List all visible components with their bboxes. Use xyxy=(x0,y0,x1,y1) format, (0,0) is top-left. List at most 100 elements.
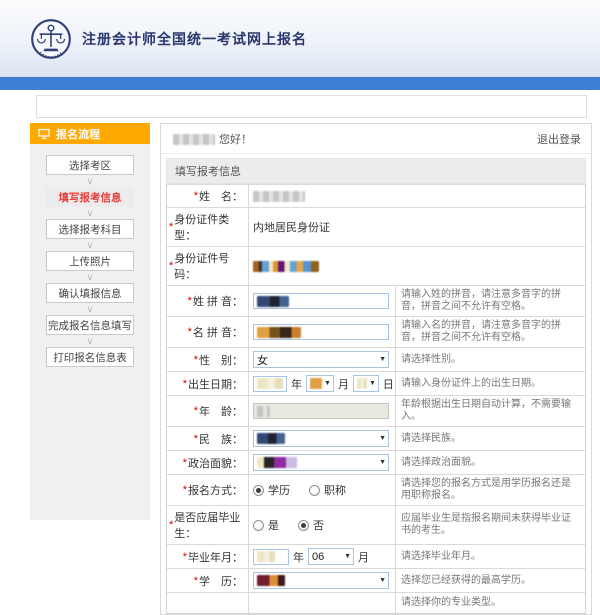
fresh-graduate-radio-否[interactable]: 否 xyxy=(298,517,324,533)
required-asterisk: * xyxy=(194,405,198,417)
greeting-text: 您好！ xyxy=(219,131,252,147)
ethnicity-select[interactable]: ▼ xyxy=(253,430,389,447)
graduation-date-input[interactable] xyxy=(253,549,289,565)
required-asterisk: * xyxy=(194,354,198,366)
field-hint: 请选择您的报名方式是用学历报名还是用职称报名。 xyxy=(395,475,585,505)
select-value xyxy=(257,457,297,468)
field-hint: 选择您已经获得的最高学历。 xyxy=(395,569,585,592)
monitor-icon xyxy=(38,128,50,140)
field-label-text: 政治面貌： xyxy=(188,455,243,471)
form-row-registration-method: *报名方式：学历职称请选择您的报名方式是用学历报名还是用职称报名。 xyxy=(167,474,585,505)
field-label-text: 姓 名： xyxy=(199,188,243,204)
sidebar-step-select-exam-subjects[interactable]: 选择报考科目 xyxy=(46,219,134,239)
select-value: 06 xyxy=(312,551,324,563)
redacted-text xyxy=(257,378,283,389)
field-control xyxy=(248,317,395,347)
sidebar-step-select-exam-area[interactable]: 选择考区 xyxy=(46,155,134,175)
form-row-ethnicity: *民 族：▼请选择民族。 xyxy=(167,426,585,450)
form-row-given-name-pinyin: *名 拼 音： 请输入名的拼音，请注意多音字的拼音，拼音之间不允许有空格。 xyxy=(167,316,585,347)
dropdown-arrow-icon: ▼ xyxy=(344,553,351,560)
form-row-surname-pinyin: *姓 拼 音：请输入姓的拼音，请注意多音字的拼音，拼音之间不允许有空格。 xyxy=(167,285,585,316)
required-asterisk: * xyxy=(194,433,198,445)
redacted-text xyxy=(257,296,289,307)
chevron-down-icon: ∨ xyxy=(87,239,94,251)
radio-label: 是 xyxy=(268,517,279,533)
sidebar-step-upload-photo[interactable]: 上传照片 xyxy=(46,251,134,271)
chevron-down-icon: ∨ xyxy=(87,271,94,283)
field-control xyxy=(248,593,395,613)
unit-label: 年 xyxy=(293,549,304,565)
field-control xyxy=(248,396,395,426)
redacted-text xyxy=(257,433,285,444)
select-value xyxy=(310,378,322,389)
required-asterisk: * xyxy=(188,295,192,307)
surname-pinyin-input[interactable] xyxy=(253,293,389,309)
field-label-text: 名 拼 音： xyxy=(193,324,243,340)
gender-select[interactable]: 女▼ xyxy=(253,351,389,368)
select-value xyxy=(257,575,285,586)
field-label-text: 毕业年月： xyxy=(188,549,243,565)
chevron-down-icon: ∨ xyxy=(87,175,94,187)
required-asterisk: * xyxy=(169,519,173,531)
political-status-select[interactable]: ▼ xyxy=(253,454,389,471)
sidebar: 报名流程 选择考区∨填写报考信息∨选择报考科目∨上传照片∨确认填报信息∨完成报名… xyxy=(30,123,150,520)
radio-icon xyxy=(253,520,264,531)
field-label xyxy=(167,593,248,613)
birth-date-select[interactable]: ▼ xyxy=(353,375,379,392)
field-label-text: 身份证件号码： xyxy=(174,250,243,282)
page-title: 注册会计师全国统一考试网上报名 xyxy=(82,29,307,49)
redacted-username xyxy=(173,134,215,145)
sidebar-step-complete-registration[interactable]: 完成报名信息填写 xyxy=(46,315,134,335)
field-label-text: 是否应届毕业生： xyxy=(174,509,243,541)
form-row-birth-date: *出生日期：年▼月▼日请输入身份证件上的出生日期。 xyxy=(167,371,585,395)
fresh-graduate-radio-是[interactable]: 是 xyxy=(253,517,279,533)
dropdown-arrow-icon: ▼ xyxy=(379,435,386,442)
field-label-text: 年 龄： xyxy=(199,403,243,419)
redacted-text xyxy=(253,261,319,272)
age-input[interactable] xyxy=(253,403,389,419)
given-name-pinyin-input[interactable] xyxy=(253,324,389,340)
chevron-down-icon: ∨ xyxy=(87,207,94,219)
main-panel: 您好！ 退出登录 填写报考信息 *姓 名：*身份证件类型：内地居民身份证*身份证… xyxy=(160,123,592,615)
field-label: *民 族： xyxy=(167,427,248,450)
registration-method-radio-学历[interactable]: 学历 xyxy=(253,482,290,498)
field-label: *姓 名： xyxy=(167,185,248,207)
content-layout: 报名流程 选择考区∨填写报考信息∨选择报考科目∨上传照片∨确认填报信息∨完成报名… xyxy=(30,123,592,615)
unit-label: 月 xyxy=(358,549,369,565)
sidebar-step-confirm-info[interactable]: 确认填报信息 xyxy=(46,283,134,303)
radio-icon xyxy=(253,485,264,496)
field-hint: 请输入名的拼音，请注意多音字的拼音，拼音之间不允许有空格。 xyxy=(395,317,585,347)
form-row-full-name: *姓 名： xyxy=(167,184,585,207)
form-table: *姓 名：*身份证件类型：内地居民身份证*身份证件号码：*姓 拼 音：请输入姓的… xyxy=(166,184,586,614)
redacted-text xyxy=(310,378,322,389)
birth-date-input[interactable] xyxy=(253,376,287,392)
required-asterisk: * xyxy=(169,260,173,272)
field-label: *身份证件号码： xyxy=(167,247,248,285)
form-row-age: *年 龄： 年龄根据出生日期自动计算，不需要输入。 xyxy=(167,395,585,426)
form-row-id-number: *身份证件号码： xyxy=(167,246,585,285)
radio-label: 职称 xyxy=(324,482,346,498)
field-hint: 请选择毕业年月。 xyxy=(395,545,585,568)
graduation-date-select[interactable]: 06 ▼ xyxy=(308,548,354,565)
sidebar-title: 报名流程 xyxy=(56,126,100,142)
page-header: 注册会计师全国统一考试网上报名 xyxy=(0,0,600,77)
birth-date-select[interactable]: ▼ xyxy=(306,375,334,392)
field-value: 内地居民身份证 xyxy=(253,219,330,235)
registration-method-radio-职称[interactable]: 职称 xyxy=(309,482,346,498)
field-label-text: 报名方式： xyxy=(188,482,243,498)
radio-icon xyxy=(309,485,320,496)
logout-link[interactable]: 退出登录 xyxy=(537,131,581,147)
required-asterisk: * xyxy=(188,326,192,338)
field-control: ▼ xyxy=(248,569,395,592)
required-asterisk: * xyxy=(169,221,173,233)
field-label: *名 拼 音： xyxy=(167,317,248,347)
select-value xyxy=(257,433,285,444)
sidebar-step-fill-registration-info[interactable]: 填写报考信息 xyxy=(46,187,134,207)
unit-label: 年 xyxy=(291,376,302,392)
field-hint: 请选择你的专业类型。 xyxy=(395,593,585,613)
field-hint: 年龄根据出生日期自动计算，不需要输入。 xyxy=(395,396,585,426)
field-label-text: 学 历： xyxy=(199,573,243,589)
education-select[interactable]: ▼ xyxy=(253,572,389,589)
sidebar-step-print-registration-form[interactable]: 打印报名信息表 xyxy=(46,347,134,367)
field-label-text: 民 族： xyxy=(199,431,243,447)
